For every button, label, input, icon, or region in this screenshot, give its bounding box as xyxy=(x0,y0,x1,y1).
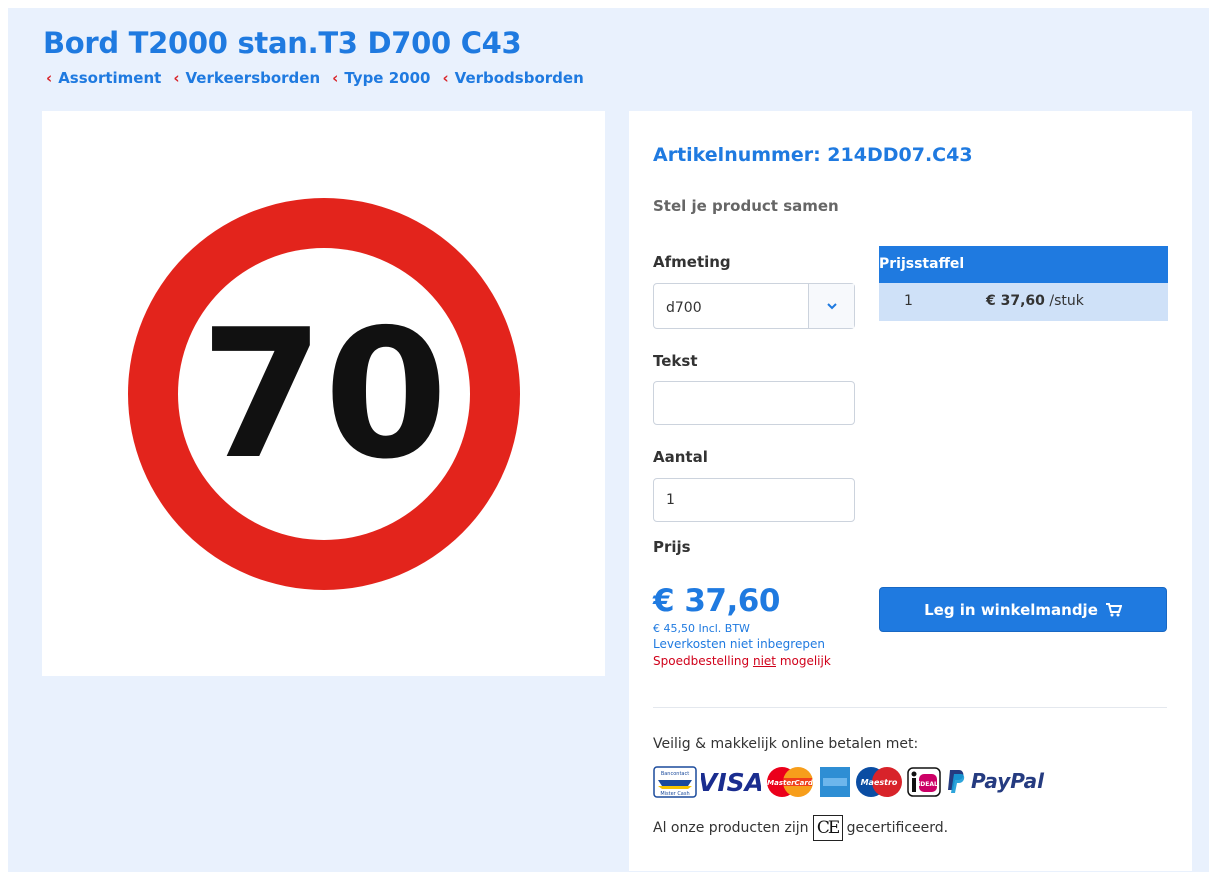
svg-text:Mister Cash: Mister Cash xyxy=(660,791,689,797)
price-tier-heading: Prijsstaffel xyxy=(879,256,965,272)
ideal-logo: iDEAL xyxy=(907,767,941,797)
page-title: Bord T2000 stan.T3 D700 C43 xyxy=(43,26,522,60)
article-number: Artikelnummer: 214DD07.C43 xyxy=(653,144,973,166)
payment-logos: Bancontact Mister Cash VISA MasterCard M… xyxy=(653,766,1055,798)
payment-text: Veilig & makkelijk online betalen met: xyxy=(653,736,919,752)
product-image[interactable]: 70 xyxy=(42,111,605,676)
breadcrumb-item-verbodsborden[interactable]: ‹ Verbodsborden xyxy=(442,69,583,87)
breadcrumb-label: Type 2000 xyxy=(344,69,431,87)
tier-price-cell: € 37,60 /stuk xyxy=(962,283,1168,321)
paypal-p-icon xyxy=(948,770,965,793)
breadcrumb-item-assortiment[interactable]: ‹ Assortiment xyxy=(46,69,161,87)
svg-text:Maestro: Maestro xyxy=(861,778,898,787)
mastercard-logo: MasterCard xyxy=(767,767,814,797)
svg-text:PayPal: PayPal xyxy=(971,769,1045,793)
spoed-emph: niet xyxy=(752,654,776,668)
price-incl-btw: € 45,50 Incl. BTW xyxy=(653,622,750,635)
breadcrumb: ‹ Assortiment ‹ Verkeersborden ‹ Type 20… xyxy=(46,69,584,87)
divider xyxy=(653,707,1167,708)
afmeting-select[interactable]: d700 xyxy=(653,283,855,329)
add-to-cart-button[interactable]: Leg in winkelmandje xyxy=(879,587,1167,632)
breadcrumb-item-verkeersborden[interactable]: ‹ Verkeersborden xyxy=(173,69,320,87)
svg-text:Bancontact: Bancontact xyxy=(661,771,689,777)
ce-certification: Al onze producten zijn CE gecertificeerd… xyxy=(653,815,948,841)
compose-heading: Stel je product samen xyxy=(653,197,839,215)
bancontact-logo: Bancontact Mister Cash xyxy=(653,766,697,798)
quantity-input[interactable] xyxy=(653,478,855,522)
spoed-note: Spoedbestelling niet mogelijk xyxy=(653,654,831,668)
table-row: 1 € 37,60 /stuk xyxy=(879,283,1168,321)
spoed-suffix: mogelijk xyxy=(776,654,831,668)
breadcrumb-label: Assortiment xyxy=(58,69,162,87)
chevron-left-icon: ‹ xyxy=(173,69,180,87)
spoed-prefix: Spoedbestelling xyxy=(653,654,753,668)
breadcrumb-label: Verbodsborden xyxy=(454,69,584,87)
chevron-left-icon: ‹ xyxy=(332,69,339,87)
ce-prefix: Al onze producten zijn xyxy=(653,820,809,836)
add-to-cart-label: Leg in winkelmandje xyxy=(924,600,1098,619)
page-background: Bord T2000 stan.T3 D700 C43 ‹ Assortimen… xyxy=(8,8,1209,872)
afmeting-label: Afmeting xyxy=(653,253,731,271)
sign-number: 70 xyxy=(200,291,448,498)
chevron-left-icon: ‹ xyxy=(46,69,53,87)
chevron-down-icon[interactable] xyxy=(808,284,854,328)
tekst-label: Tekst xyxy=(653,352,698,370)
price-value: € 37,60 xyxy=(653,583,780,619)
delivery-note: Leverkosten niet inbegrepen xyxy=(653,637,825,651)
tier-qty: 1 xyxy=(879,283,962,321)
tier-unit: /stuk xyxy=(1044,293,1084,309)
aantal-label: Aantal xyxy=(653,448,708,466)
ce-suffix: gecertificeerd. xyxy=(846,820,949,836)
breadcrumb-item-type-2000[interactable]: ‹ Type 2000 xyxy=(332,69,430,87)
price-tier-table: Prijsstaffel 1 € 37,60 /stuk xyxy=(879,246,1168,321)
prijs-label: Prijs xyxy=(653,538,691,556)
speed-limit-sign-image: 70 xyxy=(127,197,520,590)
ce-mark-icon: CE xyxy=(812,815,843,841)
maestro-logo: Maestro xyxy=(856,767,902,797)
svg-text:MasterCard: MasterCard xyxy=(767,779,814,787)
tier-price: € 37,60 xyxy=(986,293,1045,309)
amex-logo xyxy=(820,767,850,797)
svg-text:VISA: VISA xyxy=(701,768,761,797)
visa-logo: VISA xyxy=(701,768,761,797)
chevron-left-icon: ‹ xyxy=(442,69,449,87)
price-tier-header: Prijsstaffel xyxy=(879,246,1168,283)
afmeting-value: d700 xyxy=(666,300,702,316)
tekst-input[interactable] xyxy=(653,381,855,425)
svg-text:iDEAL: iDEAL xyxy=(918,781,938,788)
cart-icon xyxy=(1105,602,1122,616)
product-config-panel: Artikelnummer: 214DD07.C43 Stel je produ… xyxy=(629,111,1192,871)
paypal-logo: PayPal xyxy=(971,769,1045,793)
breadcrumb-label: Verkeersborden xyxy=(185,69,321,87)
